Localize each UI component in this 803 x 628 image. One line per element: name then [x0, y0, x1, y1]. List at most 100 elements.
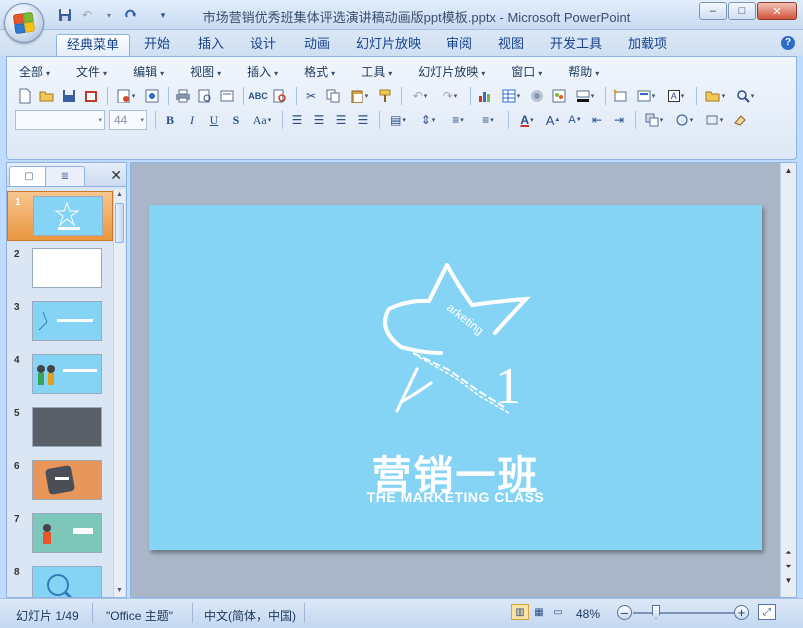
normal-view-icon[interactable]: ▥ [511, 604, 529, 620]
zoom-in-icon[interactable]: + [734, 605, 749, 620]
page-setup-icon[interactable] [217, 86, 237, 106]
font-size-combo[interactable]: 44 ▾ [109, 110, 147, 130]
spelling-icon[interactable]: ABC [248, 86, 268, 106]
tab-addins[interactable]: 加载项 [618, 34, 677, 56]
menu-edit[interactable]: 编辑 ▾ [129, 63, 168, 81]
document-properties-icon[interactable] [142, 86, 162, 106]
shadow-icon[interactable]: S [226, 110, 246, 130]
increase-indent-icon[interactable]: ⇥ [609, 110, 629, 130]
shapes-icon[interactable]: ▾ [670, 110, 698, 130]
insert-picture-icon[interactable] [527, 86, 547, 106]
tab-review[interactable]: 审阅 [436, 34, 482, 56]
zoom-slider-knob[interactable] [652, 605, 660, 619]
insert-chart-icon[interactable] [475, 86, 495, 106]
fill-color-icon[interactable]: ▾ [571, 86, 599, 106]
menu-window[interactable]: 窗口 ▾ [507, 63, 546, 81]
text-box-icon[interactable]: A ▾ [662, 86, 690, 106]
permission-icon[interactable] [81, 86, 101, 106]
tab-classic-menu[interactable]: 经典菜单 [56, 34, 131, 56]
slide-layout-icon[interactable]: ▾ [632, 86, 660, 106]
slide-thumbnail-2[interactable]: 2 [7, 244, 113, 294]
align-right-icon[interactable]: ☰ [331, 110, 351, 130]
insert-table-icon[interactable]: ▾ [497, 86, 525, 106]
columns-icon[interactable]: ▤ ▾ [384, 110, 412, 130]
align-left-icon[interactable]: ☰ [287, 110, 307, 130]
slideshow-view-icon[interactable]: ▭ [549, 604, 567, 620]
slide-thumbnail-4[interactable]: 4 [7, 350, 113, 400]
tab-developer[interactable]: 开发工具 [540, 34, 612, 56]
shape-outline-icon[interactable]: ▾ [700, 110, 728, 130]
menu-format[interactable]: 格式 ▾ [300, 63, 339, 81]
scroll-up-icon[interactable]: ▲ [782, 165, 795, 177]
open-folder-icon[interactable] [37, 86, 57, 106]
new-file-icon[interactable] [15, 86, 35, 106]
zoom-slider[interactable] [633, 612, 737, 614]
text-direction-icon[interactable]: ⇕ ▾ [414, 110, 442, 130]
change-case-icon[interactable]: Aa ▾ [248, 110, 276, 130]
menu-all[interactable]: 全部 ▾ [15, 63, 54, 81]
tab-design[interactable]: 设计 [240, 34, 286, 56]
justify-icon[interactable]: ☰ [353, 110, 373, 130]
print-icon[interactable] [173, 86, 193, 106]
menu-slideshow[interactable]: 幻灯片放映 ▾ [414, 63, 489, 81]
grow-font-icon[interactable]: A ▲ [543, 110, 563, 130]
slide-scrollbar[interactable]: ▲ ⏶ ⏷ ▼ [780, 163, 796, 597]
slides-tab[interactable]: ▢ [9, 166, 49, 186]
bullets-icon[interactable]: ≡ ▾ [474, 110, 502, 130]
office-button[interactable] [4, 3, 44, 43]
slide-thumbnail-1[interactable]: 1 [7, 191, 113, 241]
fit-to-window-icon[interactable]: ⤢ [758, 604, 776, 620]
export-pdf-icon[interactable]: ▾ [112, 86, 140, 106]
align-center-icon[interactable]: ☰ [309, 110, 329, 130]
cut-icon[interactable]: ✂ [301, 86, 321, 106]
undo-icon[interactable]: ↶ ▾ [406, 86, 434, 106]
find-icon[interactable]: ▾ [731, 86, 759, 106]
slide-thumbnail-7[interactable]: 7 [7, 509, 113, 559]
tab-animations[interactable]: 动画 [294, 34, 340, 56]
close-button[interactable]: ✕ [757, 2, 797, 20]
menu-tools[interactable]: 工具 ▾ [357, 63, 396, 81]
menu-help[interactable]: 帮助 ▾ [564, 63, 603, 81]
slide-thumbnail-3[interactable]: 3 [7, 297, 113, 347]
thumbnail-scrollbar[interactable]: ▲ ▼ [113, 189, 125, 597]
scroll-down-icon[interactable]: ▼ [782, 575, 795, 587]
help-icon[interactable]: ? [781, 36, 795, 50]
slide-thumbnail-5[interactable]: 5 [7, 403, 113, 453]
slide-thumbnail-6[interactable]: 6 [7, 456, 113, 506]
zoom-out-icon[interactable]: – [617, 605, 632, 620]
tab-insert[interactable]: 插入 [188, 34, 234, 56]
outline-tab[interactable]: ≣ [45, 166, 85, 186]
current-slide[interactable]: arketing 1 营销一班 THE MARKETING CLASS [149, 205, 762, 550]
italic-icon[interactable]: I [182, 110, 202, 130]
numbering-icon[interactable]: ≡ ▾ [444, 110, 472, 130]
paste-icon[interactable]: ▾ [345, 86, 373, 106]
scroll-down-icon[interactable]: ▼ [114, 585, 125, 597]
font-family-combo[interactable]: ▾ [15, 110, 105, 130]
menu-insert[interactable]: 插入 ▾ [243, 63, 282, 81]
menu-view[interactable]: 视图 ▾ [186, 63, 225, 81]
format-painter-icon[interactable] [375, 86, 395, 106]
copy-icon[interactable] [323, 86, 343, 106]
menu-file[interactable]: 文件 ▾ [72, 63, 111, 81]
previous-slide-icon[interactable]: ⏶ [782, 547, 795, 559]
arrange-icon[interactable]: ▾ [640, 110, 668, 130]
eraser-icon[interactable] [730, 110, 750, 130]
insert-clipart-icon[interactable] [549, 86, 569, 106]
underline-icon[interactable]: U [204, 110, 224, 130]
decrease-indent-icon[interactable]: ⇤ [587, 110, 607, 130]
shrink-font-icon[interactable]: A ▼ [565, 110, 585, 130]
scroll-up-icon[interactable]: ▲ [114, 189, 125, 201]
slide-sorter-icon[interactable]: ▦ [530, 604, 548, 620]
bold-icon[interactable]: B [160, 110, 180, 130]
save-icon[interactable] [59, 86, 79, 106]
tab-view[interactable]: 视图 [488, 34, 534, 56]
open-folder-dropdown-icon[interactable]: ▾ [701, 86, 729, 106]
maximize-button[interactable]: □ [728, 2, 756, 20]
language-indicator[interactable]: 中文(简体，中国) [204, 607, 296, 624]
tab-home[interactable]: 开始 [134, 34, 180, 56]
print-preview-icon[interactable] [195, 86, 215, 106]
font-color-icon[interactable]: A ▾ [513, 110, 541, 130]
slide-thumbnail-8[interactable]: 8 [7, 562, 113, 597]
minimize-button[interactable]: – [699, 2, 727, 20]
new-slide-icon[interactable] [610, 86, 630, 106]
